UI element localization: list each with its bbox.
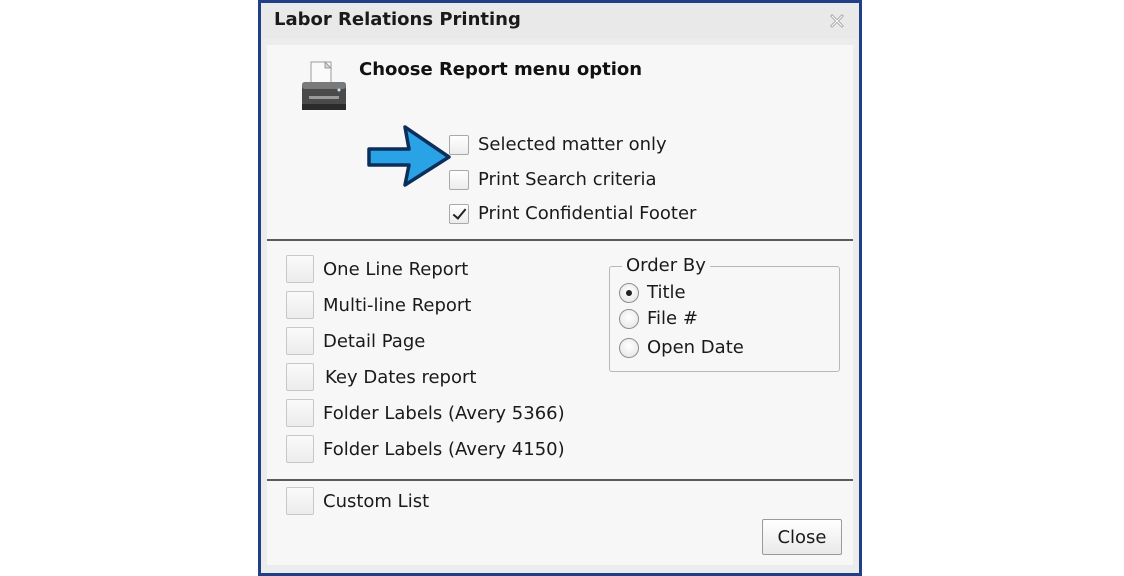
order-by-title-radio[interactable] [619, 282, 639, 303]
order-by-title[interactable]: Title [619, 282, 686, 303]
close-icon[interactable] [828, 12, 846, 30]
confidential-footer-checkbox[interactable] [449, 203, 469, 224]
custom-list-checkbox[interactable] [286, 487, 314, 515]
close-button[interactable]: Close [762, 519, 842, 555]
arrow-right-icon [367, 125, 451, 187]
report-multi-line[interactable]: Multi-line Report [286, 291, 471, 319]
folder-labels-4150-checkbox[interactable] [286, 435, 314, 463]
order-by-file-number-label: File # [647, 308, 698, 329]
confidential-footer-label: Print Confidential Footer [478, 203, 697, 224]
key-dates-report-checkbox[interactable] [286, 363, 314, 391]
option-selected-matter[interactable]: Selected matter only [449, 134, 667, 155]
detail-page-checkbox[interactable] [286, 327, 314, 355]
dialog-panel: Choose Report menu option Selected matte… [267, 45, 853, 565]
folder-labels-5366-checkbox[interactable] [286, 399, 314, 427]
detail-page-label: Detail Page [323, 330, 426, 352]
report-folder-labels-4150[interactable]: Folder Labels (Avery 4150) [286, 435, 565, 463]
window-title: Labor Relations Printing [274, 9, 521, 30]
folder-labels-4150-label: Folder Labels (Avery 4150) [323, 438, 565, 460]
order-by-title-label: Title [647, 282, 686, 303]
report-custom-list[interactable]: Custom List [286, 487, 429, 515]
dialog-window: Labor Relations Printing Choose Report m… [258, 0, 862, 576]
search-criteria-checkbox[interactable] [449, 169, 469, 190]
printer-icon [302, 60, 346, 110]
separator-top [267, 239, 853, 241]
one-line-report-label: One Line Report [323, 258, 469, 280]
selected-matter-checkbox[interactable] [449, 134, 469, 155]
multi-line-report-label: Multi-line Report [323, 294, 472, 316]
report-folder-labels-5366[interactable]: Folder Labels (Avery 5366) [286, 399, 565, 427]
report-detail-page[interactable]: Detail Page [286, 327, 425, 355]
separator-bottom [267, 479, 853, 481]
report-one-line[interactable]: One Line Report [286, 255, 468, 283]
order-by-open-date-radio[interactable] [619, 337, 639, 358]
folder-labels-5366-label: Folder Labels (Avery 5366) [323, 402, 565, 424]
report-key-dates[interactable]: Key Dates report [286, 363, 476, 391]
custom-list-label: Custom List [323, 490, 430, 512]
order-by-open-date[interactable]: Open Date [619, 337, 744, 358]
option-confidential-footer[interactable]: Print Confidential Footer [449, 203, 696, 224]
order-by-legend: Order By [622, 255, 710, 276]
option-search-criteria[interactable]: Print Search criteria [449, 169, 657, 190]
order-by-open-date-label: Open Date [647, 337, 744, 358]
order-by-group: Order By Title File # Open Date [609, 255, 840, 372]
multi-line-report-checkbox[interactable] [286, 291, 314, 319]
key-dates-report-label: Key Dates report [325, 366, 477, 388]
order-by-file-number[interactable]: File # [619, 308, 698, 329]
search-criteria-label: Print Search criteria [478, 169, 657, 190]
report-menu-heading: Choose Report menu option [359, 59, 643, 80]
title-bar[interactable]: Labor Relations Printing [261, 3, 859, 39]
order-by-file-number-radio[interactable] [619, 308, 639, 329]
one-line-report-checkbox[interactable] [286, 255, 314, 283]
selected-matter-label: Selected matter only [478, 134, 667, 155]
